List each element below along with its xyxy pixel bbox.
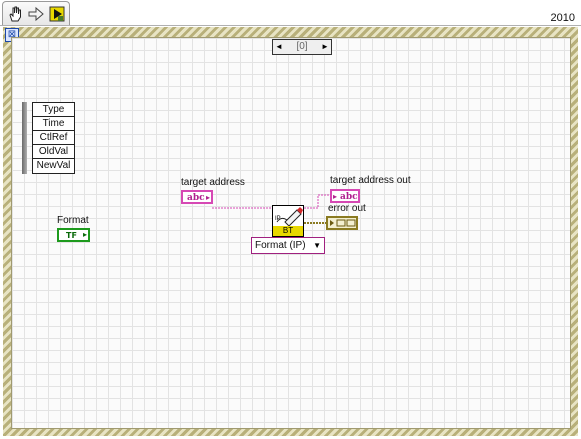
toolbar-divider bbox=[0, 25, 581, 26]
target-address-out-terminal[interactable]: ▸ abc bbox=[330, 189, 360, 203]
version-label: 2010 bbox=[550, 12, 575, 24]
target-address-out-label: target address out bbox=[330, 175, 411, 186]
chevron-down-icon[interactable]: ▼ bbox=[313, 238, 321, 253]
arrow-tool-icon[interactable] bbox=[27, 5, 45, 23]
terminal-arrow-icon: ▸ bbox=[82, 230, 87, 239]
boolean-badge: TF bbox=[66, 231, 77, 240]
terminal-arrow-icon: ▸ bbox=[333, 191, 338, 201]
tools-palette bbox=[2, 1, 70, 26]
subvi-tag: IP bbox=[275, 216, 281, 222]
string-wire-out bbox=[304, 194, 330, 209]
target-address-label: target address bbox=[181, 177, 245, 188]
terminal-arrow-icon: ▸ bbox=[205, 192, 210, 202]
block-diagram[interactable]: ◄ [0] ► Type Time CtlRef OldVal NewVal t… bbox=[11, 37, 571, 429]
format-label: Format bbox=[57, 215, 89, 226]
operate-tool-icon[interactable] bbox=[6, 5, 24, 23]
bluetooth-subvi[interactable]: IP BT bbox=[272, 205, 304, 237]
string-badge: abc bbox=[340, 192, 358, 202]
format-ring-value: Format (IP) bbox=[255, 240, 306, 251]
target-address-terminal[interactable]: abc ▸ bbox=[181, 190, 213, 204]
event-structure-frame[interactable]: ⊠ ◄ [0] ► Type Time CtlRef OldVal NewVal bbox=[3, 27, 578, 436]
error-out-terminal[interactable] bbox=[326, 216, 358, 230]
error-out-label: error out bbox=[328, 203, 366, 214]
format-terminal[interactable]: TF ▸ bbox=[57, 228, 90, 242]
toolbar: 2010 bbox=[0, 0, 581, 26]
format-ring-constant[interactable]: Format (IP) ▼ bbox=[251, 237, 325, 254]
error-cluster-icon bbox=[330, 219, 356, 227]
run-icon[interactable] bbox=[48, 5, 66, 23]
subvi-band: BT bbox=[273, 226, 303, 236]
string-badge: abc bbox=[187, 193, 205, 203]
